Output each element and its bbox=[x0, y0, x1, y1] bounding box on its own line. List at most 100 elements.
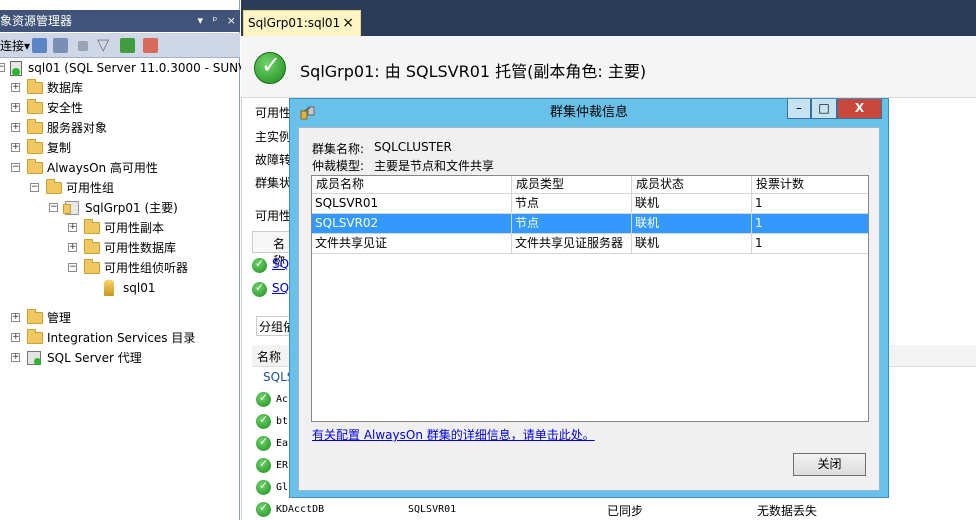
expand-icon[interactable]: + bbox=[11, 333, 20, 342]
tree-node-availability-databases[interactable]: + 可用性数据库 bbox=[0, 238, 240, 258]
tree-node-replicas[interactable]: + 可用性副本 bbox=[0, 218, 240, 238]
close-button[interactable]: 关闭 bbox=[793, 453, 866, 476]
tree-node-sql-agent[interactable]: + SQL Server 代理 bbox=[0, 348, 240, 368]
database-name: ER bbox=[276, 460, 289, 471]
collapse-icon[interactable]: − bbox=[68, 263, 77, 272]
expand-icon[interactable]: + bbox=[68, 243, 77, 252]
table-row-selected[interactable]: SQLSVR02 节点 联机 1 bbox=[312, 214, 868, 234]
stop-icon[interactable] bbox=[78, 41, 88, 51]
database-ok-icon bbox=[256, 391, 271, 407]
disconnect-icon[interactable] bbox=[53, 38, 68, 53]
alwayson-help-link[interactable]: 有关配置 AlwaysOn 群集的详细信息，请单击此处。 bbox=[312, 426, 595, 443]
database-ok-icon bbox=[256, 435, 271, 451]
member-name-cell: SQLSVR02 bbox=[312, 214, 512, 234]
column-header-member-name[interactable]: 成员名称 bbox=[312, 176, 512, 194]
tree-node-listener-sql01[interactable]: sql01 bbox=[0, 278, 240, 298]
member-type-cell: 节点 bbox=[512, 194, 632, 214]
vote-count-cell: 1 bbox=[752, 194, 868, 214]
expand-icon[interactable]: + bbox=[11, 103, 20, 112]
close-tab-icon[interactable]: × bbox=[342, 11, 354, 35]
cluster-icon bbox=[300, 105, 316, 121]
connect-button[interactable]: 连接▾ bbox=[0, 37, 30, 54]
server-icon bbox=[10, 61, 22, 76]
expand-icon[interactable]: + bbox=[11, 313, 20, 322]
listener-icon bbox=[104, 280, 114, 296]
tree-label: 安全性 bbox=[47, 101, 84, 115]
replica-ok-icon bbox=[252, 281, 267, 297]
tree-node-management[interactable]: + 管理 bbox=[0, 308, 240, 328]
database-name: Ea bbox=[276, 438, 289, 449]
expand-icon[interactable]: + bbox=[11, 143, 20, 152]
tree-node-security[interactable]: + 安全性 bbox=[0, 98, 240, 118]
replica-ok-icon bbox=[252, 257, 267, 273]
database-ok-icon bbox=[256, 501, 271, 517]
connect-server-icon[interactable] bbox=[32, 38, 47, 53]
folder-icon bbox=[84, 259, 100, 274]
object-explorer-title-bar: 象资源管理器 ▾ ᵖ × bbox=[0, 10, 240, 32]
member-state-cell: 联机 bbox=[632, 194, 752, 214]
tree-label: sql01 bbox=[123, 281, 156, 295]
replica-link[interactable]: SQ bbox=[272, 281, 289, 295]
database-ok-icon bbox=[256, 479, 271, 495]
expand-icon[interactable]: + bbox=[11, 123, 20, 132]
tree-node-alwayson[interactable]: − AlwaysOn 高可用性 bbox=[0, 158, 240, 178]
database-sync-state: 已同步 bbox=[607, 504, 644, 518]
tree-node-sqlgrp01[interactable]: − SqlGrp01 (主要) bbox=[0, 198, 240, 218]
folder-icon bbox=[27, 309, 43, 324]
member-state-cell: 联机 bbox=[632, 234, 752, 254]
tab-label: SqlGrp01:sql01 bbox=[248, 16, 341, 30]
tree-node-server-objects[interactable]: + 服务器对象 bbox=[0, 118, 240, 138]
vote-count-cell: 1 bbox=[752, 234, 868, 254]
quorum-members-grid: 成员名称 成员类型 成员状态 投票计数 SQLSVR01 节点 联机 1 SQL… bbox=[311, 175, 869, 422]
tree-node-listeners[interactable]: − 可用性组侦听器 bbox=[0, 258, 240, 278]
close-window-button[interactable]: X bbox=[837, 99, 882, 119]
collapse-icon[interactable]: − bbox=[0, 63, 5, 72]
summary-label: 主实例 bbox=[255, 130, 292, 144]
column-header-vote-count[interactable]: 投票计数 bbox=[752, 176, 868, 194]
tree-label: Integration Services 目录 bbox=[47, 331, 196, 345]
column-header: 名称 bbox=[257, 350, 282, 364]
activity-monitor-icon[interactable] bbox=[143, 38, 158, 53]
close-icon[interactable]: × bbox=[227, 14, 236, 27]
minimize-button[interactable]: – bbox=[787, 99, 811, 119]
table-row[interactable]: SQLSVR01 节点 联机 1 bbox=[312, 194, 868, 214]
folder-icon bbox=[27, 139, 43, 154]
tree-node-databases[interactable]: + 数据库 bbox=[0, 78, 240, 98]
tree-node-integration-services[interactable]: + Integration Services 目录 bbox=[0, 328, 240, 348]
cluster-name-label: 群集名称: bbox=[312, 142, 365, 156]
database-name: Ac bbox=[276, 394, 289, 405]
healthy-status-icon: ✓ bbox=[254, 51, 286, 84]
vote-count-cell: 1 bbox=[752, 214, 868, 234]
expand-icon[interactable]: + bbox=[68, 223, 77, 232]
column-header-member-type[interactable]: 成员类型 bbox=[512, 176, 632, 194]
refresh-icon[interactable] bbox=[120, 38, 135, 53]
tree-label: 服务器对象 bbox=[47, 121, 108, 135]
tree-label: sql01 (SQL Server 11.0.3000 - SUNV bbox=[28, 61, 247, 75]
summary-label: 可用性 bbox=[255, 106, 292, 120]
tree-node-availability-groups[interactable]: − 可用性组 bbox=[0, 178, 240, 198]
tree-label: 数据库 bbox=[47, 81, 84, 95]
tab-sqlgrp01-dashboard[interactable]: SqlGrp01:sql01 × bbox=[243, 10, 361, 36]
tree-label: AlwaysOn 高可用性 bbox=[47, 161, 158, 175]
database-name: bt bbox=[276, 416, 289, 427]
collapse-icon[interactable]: − bbox=[49, 203, 58, 212]
tree-node-server[interactable]: − sql01 (SQL Server 11.0.3000 - SUNV bbox=[0, 58, 246, 78]
member-name-cell: 文件共享见证 bbox=[312, 234, 512, 254]
maximize-button[interactable]: □ bbox=[811, 99, 837, 119]
expand-icon[interactable]: + bbox=[11, 83, 20, 92]
expand-icon[interactable]: + bbox=[11, 353, 20, 362]
summary-label: 群集状 bbox=[255, 176, 292, 190]
folder-icon bbox=[27, 119, 43, 134]
column-header-member-state[interactable]: 成员状态 bbox=[632, 176, 752, 194]
table-row[interactable]: 文件共享见证 文件共享见证服务器 联机 1 bbox=[312, 234, 868, 254]
filter-icon[interactable]: ▽ bbox=[97, 35, 109, 54]
replica-link[interactable]: SQ bbox=[272, 257, 289, 271]
folder-icon bbox=[84, 219, 100, 234]
connect-label: 连接 bbox=[0, 39, 25, 53]
collapse-icon[interactable]: − bbox=[11, 163, 20, 172]
database-name: KDAcctDB bbox=[276, 504, 325, 515]
collapse-icon[interactable]: − bbox=[30, 183, 39, 192]
pin-icon[interactable]: ᵖ bbox=[213, 14, 218, 27]
dropdown-icon[interactable]: ▾ bbox=[198, 14, 204, 27]
tree-node-replication[interactable]: + 复制 bbox=[0, 138, 240, 158]
